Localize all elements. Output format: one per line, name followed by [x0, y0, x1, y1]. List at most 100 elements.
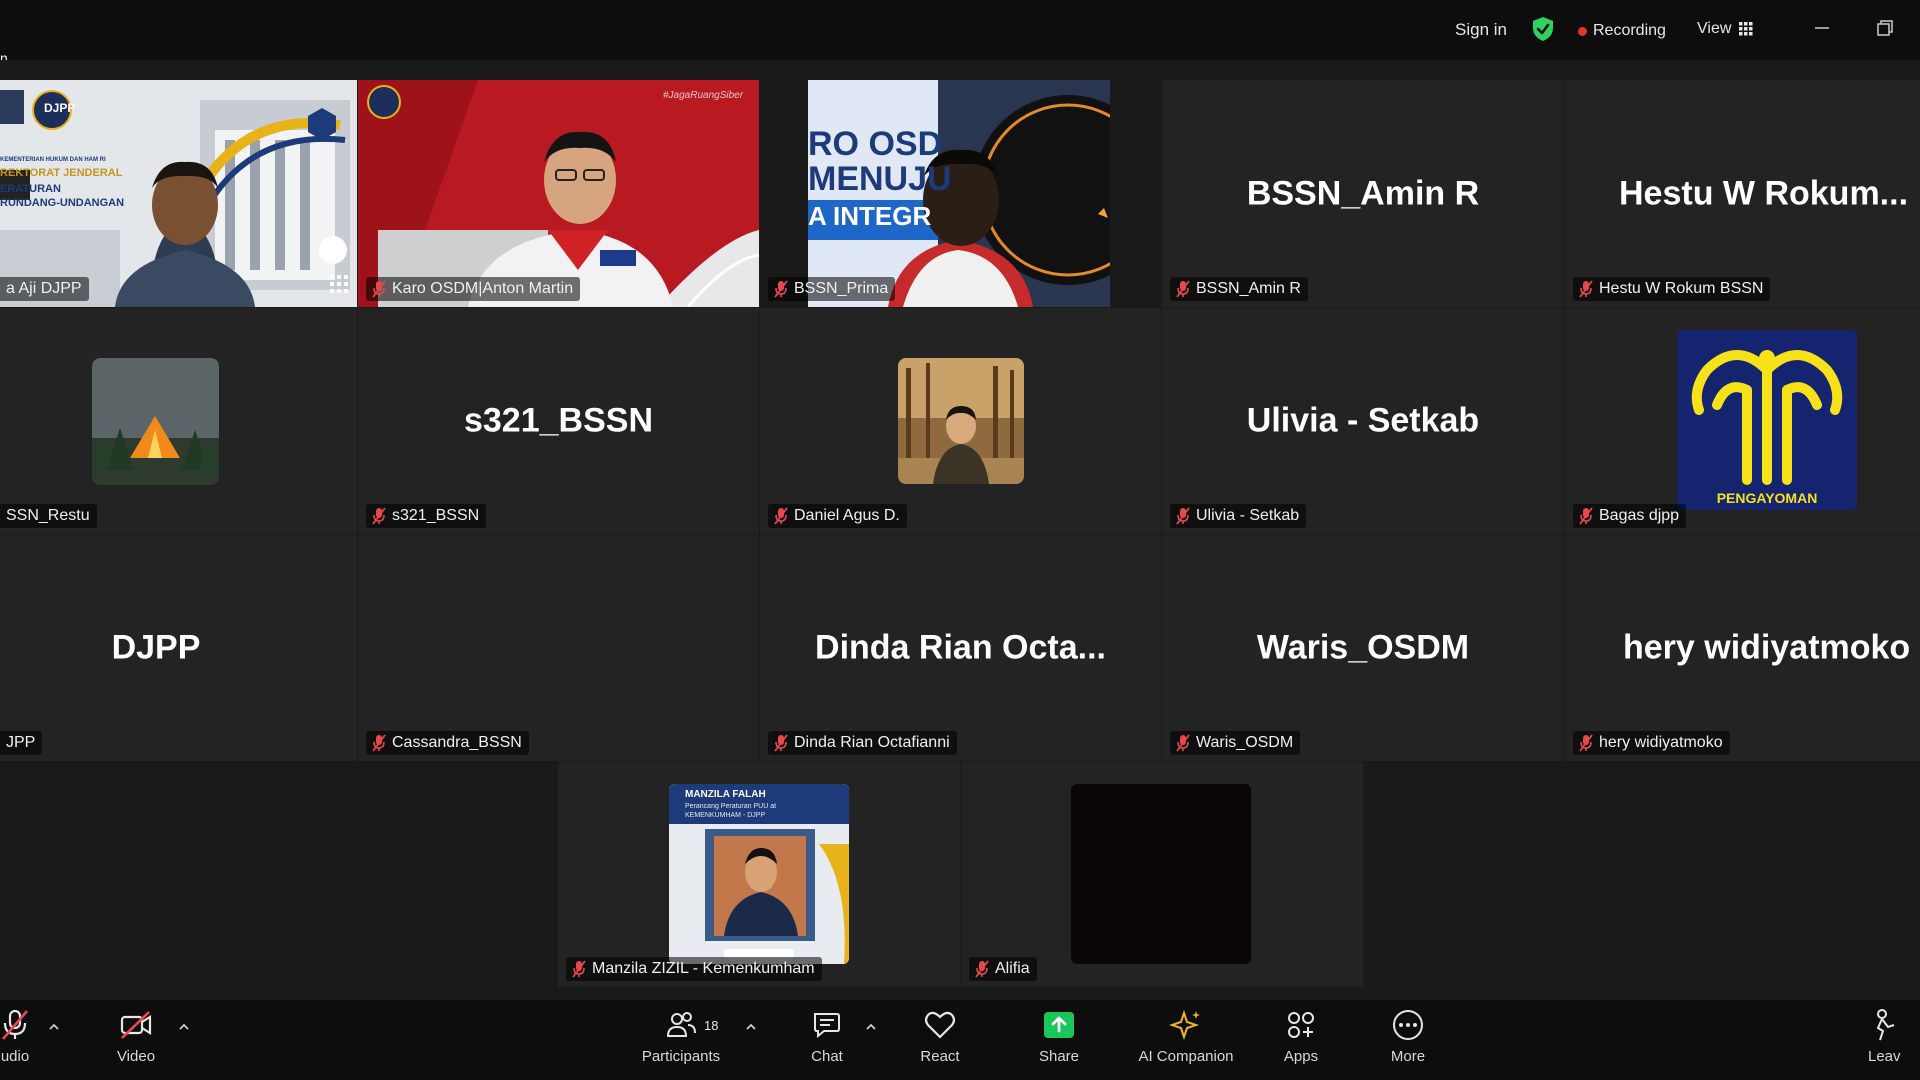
avatar: PENGAYOMAN — [1677, 330, 1857, 510]
participant-display-name: hery widiyatmoko — [1623, 628, 1911, 667]
participant-name-label: Alifia — [969, 957, 1037, 981]
participant-name-label: Dinda Rian Octafianni — [768, 731, 957, 755]
chat-button[interactable]: Chat — [772, 1008, 882, 1065]
slide-text: RUNDANG-UNDANGAN — [0, 197, 125, 209]
participant-tile[interactable]: Ulivia - Setkab Ulivia - Setkab — [1162, 308, 1564, 534]
slide-logo: DJPP — [44, 101, 76, 115]
chat-icon — [814, 1013, 840, 1039]
participant-display-name: BSSN_Amin R — [1246, 174, 1480, 212]
participant-tile[interactable]: hery widiyatmoko hery widiyatmoko — [1565, 535, 1920, 761]
participant-tile[interactable]: SSN_Restu — [0, 308, 357, 534]
more-icon — [1393, 1010, 1423, 1040]
mic-muted-icon — [1579, 280, 1593, 298]
mic-muted-icon — [1579, 734, 1593, 752]
top-bar: n kplace Sign in Recording View — [0, 0, 1920, 108]
view-button[interactable]: View — [1697, 20, 1753, 38]
participant-tile[interactable]: Hestu W Rokum... Hestu W Rokum BSSN — [1565, 80, 1920, 307]
sparkle-icon — [1169, 1009, 1200, 1041]
mic-muted-icon — [1176, 280, 1190, 298]
pengayoman-logo-icon — [1691, 350, 1843, 485]
restore-window-icon[interactable] — [1876, 18, 1894, 38]
participant-tile[interactable]: Waris_OSDM Waris_OSDM — [1162, 535, 1564, 761]
leave-button[interactable]: Leav — [1868, 1008, 1920, 1065]
mic-muted-icon — [1176, 734, 1190, 752]
participant-name-label: Hestu W Rokum BSSN — [1573, 277, 1771, 301]
video-button[interactable]: Video — [81, 1008, 191, 1065]
mic-muted-icon — [372, 734, 386, 752]
participant-name-label: SSN_Restu — [0, 504, 97, 528]
slide-text: ERATURAN — [0, 183, 61, 195]
recording-indicator[interactable]: Recording — [1578, 22, 1666, 40]
participant-display-name: Dinda Rian Octa... — [815, 628, 1106, 667]
slide-text: RO OSD — [808, 125, 943, 163]
participant-name-label: Manzila ZIZIL - Kemenkumham — [566, 957, 822, 981]
participants-count: 18 — [704, 1018, 719, 1033]
slide-text: MENUJU — [808, 160, 952, 198]
mic-muted-icon — [572, 960, 586, 978]
participant-display-name: s321_BSSN — [463, 401, 653, 440]
participant-tile[interactable]: DJPP KEMENTERIAN HUKUM DAN HAM RI REKTOR… — [0, 80, 357, 307]
avatar — [1071, 784, 1251, 964]
participant-name-label: Karo OSDM|Anton Martin — [366, 277, 581, 301]
participant-tile[interactable]: DJPP JPP — [0, 535, 357, 761]
more-button[interactable]: More — [1353, 1008, 1463, 1065]
slide-text: MANZILA FALAH — [685, 789, 766, 800]
participant-tile[interactable]: MANZILA FALAH Perancang Peraturan PUU at… — [558, 762, 960, 987]
participant-name-label: Waris_OSDM — [1170, 731, 1301, 755]
mic-muted-icon — [372, 507, 386, 525]
sign-in-button[interactable]: Sign in — [1455, 20, 1507, 40]
slide-text: KEMENKUMHAM - DJPP — [685, 812, 766, 819]
record-dot-icon — [1578, 26, 1587, 36]
grid-icon — [1739, 22, 1753, 36]
mic-muted-icon — [1579, 507, 1593, 525]
participant-tile[interactable]: s321_BSSN s321_BSSN — [358, 308, 759, 534]
participant-tile[interactable]: Dinda Rian Octa... Dinda Rian Octafianni — [760, 535, 1161, 761]
chevron-up-icon[interactable] — [745, 1022, 757, 1032]
minimize-icon[interactable] — [1814, 18, 1830, 38]
participant-name-label: s321_BSSN — [366, 504, 487, 528]
chevron-up-icon[interactable] — [178, 1022, 190, 1032]
chevron-up-icon[interactable] — [48, 1022, 60, 1032]
participant-name-label: Bagas djpp — [1573, 504, 1687, 528]
video-feed — [358, 80, 759, 307]
logo-text: PENGAYOMAN — [1716, 490, 1818, 506]
participant-tile[interactable]: Cassandra_BSSN — [358, 535, 759, 761]
ai-companion-button[interactable]: AI Companion — [1131, 1008, 1241, 1065]
participant-name-label: JPP — [0, 731, 43, 755]
slide-text: Perancang Peraturan PUU at — [685, 803, 777, 810]
apps-button[interactable]: Apps — [1246, 1008, 1356, 1065]
video-feed — [669, 784, 849, 964]
avatar — [92, 358, 219, 485]
slide-text: REKTORAT JENDERAL — [0, 167, 123, 179]
audio-button[interactable]: udio — [0, 1008, 70, 1065]
video-grid: DJPP KEMENTERIAN HUKUM DAN HAM RI REKTOR… — [0, 60, 1920, 1000]
mic-muted-icon — [372, 280, 386, 298]
slide-text: A INTEGR — [808, 201, 932, 231]
participant-display-name: Hestu W Rokum... — [1619, 174, 1909, 212]
participant-tile[interactable]: #JagaRuangSiber Karo OSDM|Anton Martin — [358, 80, 759, 307]
mic-muted-icon — [774, 734, 788, 752]
participant-name-label: Daniel Agus D. — [768, 504, 907, 528]
video-off-icon — [120, 1011, 152, 1039]
mic-muted-icon — [774, 507, 788, 525]
leave-icon — [1876, 1009, 1895, 1041]
participant-name-label: a Aji DJPP — [0, 277, 89, 301]
participant-name-label: hery widiyatmoko — [1573, 731, 1730, 755]
react-button[interactable]: React — [885, 1008, 995, 1065]
slide-text: KEMENTERIAN HUKUM DAN HAM RI — [0, 157, 106, 163]
shield-check-icon[interactable] — [1531, 16, 1555, 42]
mic-muted-icon — [975, 960, 989, 978]
participant-tile[interactable]: Alifia — [961, 762, 1363, 987]
participant-tile[interactable]: RO OSD MENUJU A INTEGR BSSN_Prima — [760, 80, 1110, 307]
share-button[interactable]: Share — [1004, 1008, 1114, 1065]
participant-tile[interactable]: Daniel Agus D. — [760, 308, 1161, 534]
participants-icon — [666, 1012, 696, 1037]
apps-icon — [1288, 1012, 1314, 1038]
heart-icon — [924, 1011, 956, 1039]
participants-button[interactable]: Participants — [626, 1008, 736, 1065]
chevron-up-icon[interactable] — [865, 1022, 877, 1032]
participant-display-name: DJPP — [111, 628, 201, 667]
meeting-toolbar: udio Video Participants 18 Chat React Sh… — [0, 1000, 1920, 1080]
participant-tile[interactable]: BSSN_Amin R BSSN_Amin R — [1162, 80, 1564, 307]
participant-tile[interactable]: PENGAYOMAN Bagas djpp — [1565, 308, 1920, 534]
